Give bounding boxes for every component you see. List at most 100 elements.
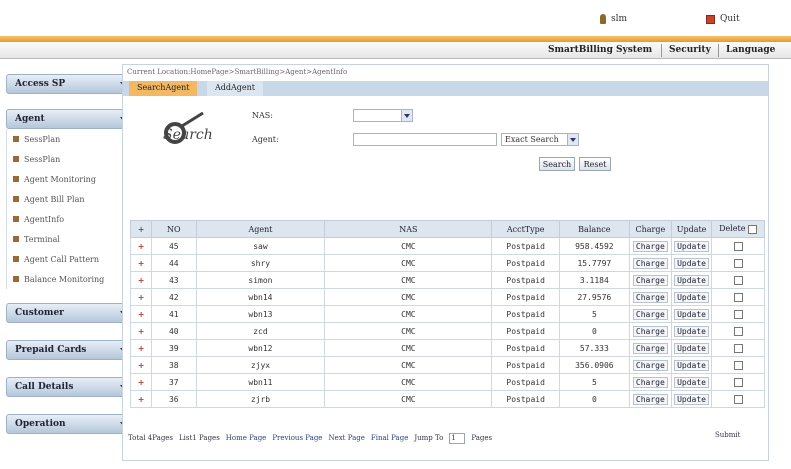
- select-all-checkbox[interactable]: [748, 224, 758, 234]
- section-label: Prepaid Cards: [15, 345, 87, 355]
- sidebar-section-prepaid-cards[interactable]: Prepaid Cards: [6, 340, 137, 360]
- charge-button[interactable]: Charge: [632, 308, 668, 320]
- update-button[interactable]: Update: [674, 257, 709, 269]
- charge-button[interactable]: Charge: [632, 325, 668, 337]
- table-row: +43 simon CMC Postpaid 3.1184 Charge Update: [129, 271, 765, 289]
- row-no: 41: [151, 305, 197, 323]
- match-type-select[interactable]: Exact Search: [501, 133, 579, 146]
- row-balance: 57.333: [558, 339, 630, 357]
- sidebar-section-access-sp[interactable]: Access SP: [6, 74, 137, 94]
- delete-checkbox[interactable]: [733, 241, 743, 251]
- submit-button[interactable]: Submit: [715, 431, 740, 439]
- menu-language[interactable]: Language: [726, 45, 775, 55]
- sidebar-item-agent-call-pattern[interactable]: Agent Call Pattern: [7, 249, 136, 269]
- update-button[interactable]: Update: [674, 325, 709, 337]
- expand-button[interactable]: +: [129, 322, 153, 340]
- delete-checkbox[interactable]: [733, 309, 743, 319]
- delete-checkbox[interactable]: [733, 377, 743, 387]
- sidebar-agent-list: SessPlan SessPlan Agent Monitoring Agent…: [6, 129, 137, 289]
- delete-checkbox[interactable]: [733, 275, 743, 285]
- expand-button[interactable]: +: [129, 254, 153, 272]
- expand-button[interactable]: +: [129, 356, 153, 374]
- final-page-link[interactable]: Final Page: [371, 434, 408, 442]
- row-nas: CMC: [324, 373, 493, 391]
- menu-smartbilling[interactable]: SmartBilling System: [548, 45, 652, 55]
- delete-checkbox[interactable]: [733, 326, 743, 336]
- section-label: Access SP: [15, 79, 66, 89]
- expand-button[interactable]: +: [129, 305, 153, 323]
- row-charge-cell: Charge: [628, 305, 672, 323]
- section-label: Operation: [15, 419, 66, 429]
- sidebar-item-agent-bill-plan[interactable]: Agent Bill Plan: [7, 189, 136, 209]
- delete-checkbox[interactable]: [733, 258, 743, 268]
- charge-button[interactable]: Charge: [632, 240, 668, 252]
- update-button[interactable]: Update: [674, 240, 709, 252]
- delete-checkbox[interactable]: [733, 292, 743, 302]
- search-button[interactable]: Search: [539, 157, 575, 171]
- sidebar-item-terminal[interactable]: Terminal: [7, 229, 136, 249]
- delete-checkbox[interactable]: [733, 394, 743, 404]
- delete-checkbox[interactable]: [733, 343, 743, 353]
- row-delete-cell: [711, 288, 765, 306]
- sidebar-item-label: SessPlan: [24, 154, 61, 164]
- quit-button[interactable]: Quit: [706, 14, 740, 24]
- expand-button[interactable]: +: [129, 390, 153, 408]
- expand-button[interactable]: +: [129, 288, 153, 306]
- charge-button[interactable]: Charge: [632, 342, 668, 354]
- tab-search-agent[interactable]: SearchAgent: [129, 81, 198, 96]
- reset-button[interactable]: Reset: [579, 157, 611, 171]
- charge-button[interactable]: Charge: [632, 376, 668, 388]
- update-button[interactable]: Update: [674, 393, 709, 405]
- tab-bar: SearchAgent AddAgent: [123, 81, 768, 96]
- table-row: +40 zcd CMC Postpaid 0 Charge Update: [129, 322, 765, 340]
- user-info[interactable]: slm: [600, 14, 627, 24]
- update-button[interactable]: Update: [674, 291, 709, 303]
- row-nas: CMC: [324, 254, 493, 272]
- menu-security[interactable]: Security: [669, 45, 711, 55]
- home-page-link[interactable]: Home Page: [226, 434, 267, 442]
- pager-list: List1 Pages: [179, 434, 220, 442]
- expand-button[interactable]: +: [129, 339, 153, 357]
- row-accttype: Postpaid: [491, 305, 560, 323]
- page-select[interactable]: 1: [449, 432, 466, 444]
- charge-button[interactable]: Charge: [632, 359, 668, 371]
- update-button[interactable]: Update: [674, 308, 709, 320]
- sidebar-item-label: Agent Bill Plan: [24, 194, 85, 204]
- update-button[interactable]: Update: [674, 274, 709, 286]
- update-button[interactable]: Update: [674, 376, 709, 388]
- sidebar-item-sessplan-2[interactable]: SessPlan: [7, 149, 136, 169]
- charge-button[interactable]: Charge: [632, 274, 668, 286]
- row-update-cell: Update: [670, 288, 713, 306]
- row-no: 38: [151, 356, 197, 374]
- sidebar-section-customer[interactable]: Customer: [6, 303, 137, 323]
- row-nas: CMC: [324, 271, 493, 289]
- charge-button[interactable]: Charge: [632, 291, 668, 303]
- sidebar-item-balance-monitoring[interactable]: Balance Monitoring: [7, 269, 136, 289]
- update-button[interactable]: Update: [674, 359, 709, 371]
- expand-button[interactable]: +: [129, 373, 153, 391]
- next-page-link[interactable]: Next Page: [328, 434, 364, 442]
- agent-input[interactable]: [353, 133, 497, 146]
- expand-button[interactable]: +: [129, 271, 153, 289]
- sidebar-section-operation[interactable]: Operation: [6, 414, 137, 434]
- sidebar-item-sessplan[interactable]: SessPlan: [7, 129, 136, 149]
- previous-page-link[interactable]: Previous Page: [272, 434, 322, 442]
- row-no: 45: [151, 237, 197, 255]
- row-update-cell: Update: [670, 305, 713, 323]
- charge-button[interactable]: Charge: [632, 393, 668, 405]
- sidebar-item-agentinfo[interactable]: AgentInfo: [7, 209, 136, 229]
- row-accttype: Postpaid: [491, 288, 560, 306]
- table-row: +36 zjrb CMC Postpaid 0 Charge Update: [129, 390, 765, 408]
- sidebar-section-agent[interactable]: Agent: [6, 109, 137, 129]
- user-label: slm: [611, 14, 628, 24]
- charge-button[interactable]: Charge: [632, 257, 668, 269]
- tab-add-agent[interactable]: AddAgent: [207, 81, 264, 96]
- sidebar-section-call-details[interactable]: Call Details: [6, 377, 137, 397]
- sidebar-item-agent-monitoring[interactable]: Agent Monitoring: [7, 169, 136, 189]
- expand-button[interactable]: +: [129, 237, 153, 255]
- delete-checkbox[interactable]: [733, 360, 743, 370]
- col-update: Update: [670, 220, 713, 238]
- update-button[interactable]: Update: [674, 342, 709, 354]
- nas-select[interactable]: [353, 109, 413, 122]
- row-accttype: Postpaid: [491, 271, 560, 289]
